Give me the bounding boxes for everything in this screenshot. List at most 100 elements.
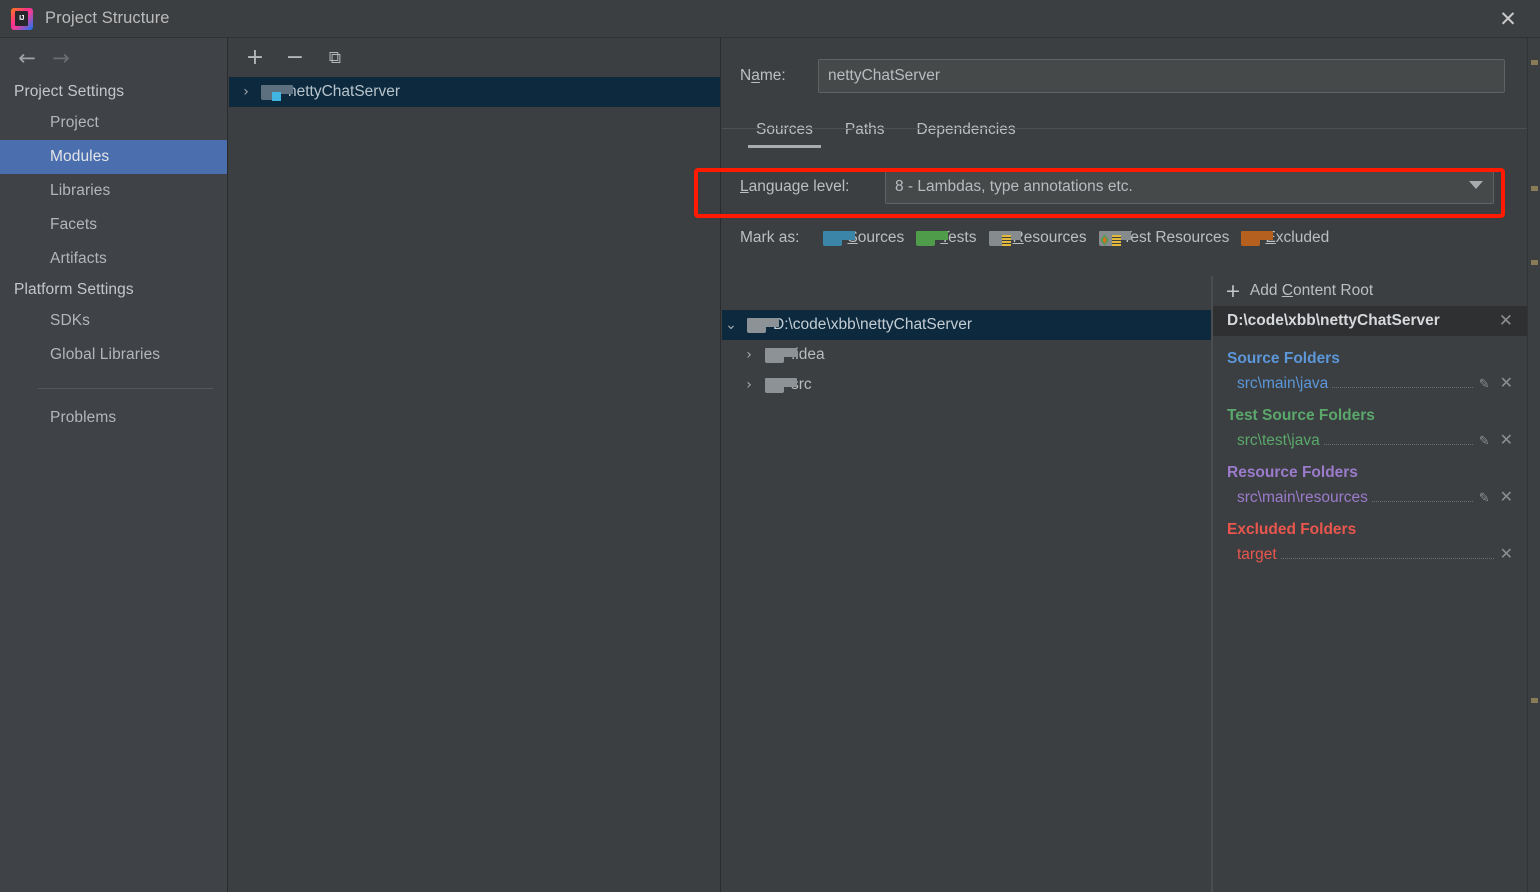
- title-bar: IJ Project Structure ✕: [0, 0, 1540, 38]
- scroll-marker: [1531, 60, 1538, 65]
- language-level-value: 8 - Lambdas, type annotations etc.: [895, 178, 1133, 195]
- module-name-input[interactable]: nettyChatServer: [818, 59, 1505, 93]
- source-folder-item[interactable]: src\main\java ✎ ✕: [1227, 373, 1527, 393]
- folder-icon: [765, 377, 797, 393]
- chevron-down-icon[interactable]: ⌄: [722, 317, 740, 333]
- sidebar-item-sdks[interactable]: SDKs: [0, 304, 227, 338]
- sidebar-item-problems[interactable]: Problems: [0, 401, 227, 435]
- sidebar-item-modules[interactable]: Modules: [0, 140, 227, 174]
- mark-as-sources-label: Sources: [847, 229, 905, 246]
- add-content-root-label: Add Content Root: [1249, 282, 1374, 299]
- test-source-folders-title: Test Source Folders: [1227, 407, 1375, 424]
- test-source-folders-group: Test Source Folders src\test\java ✎ ✕: [1213, 407, 1527, 450]
- scroll-marker: [1531, 186, 1538, 191]
- language-level-label: Language level:: [740, 178, 850, 195]
- sidebar-item-facets[interactable]: Facets: [0, 208, 227, 242]
- tree-row[interactable]: › .idea: [722, 340, 1212, 370]
- leader-dots: [1332, 387, 1473, 388]
- folder-resources-icon: [988, 230, 1021, 247]
- content-root-panel: + Add Content Root D:\code\xbb\nettyChat…: [1212, 276, 1527, 892]
- mark-as-label: Mark as:: [740, 229, 800, 246]
- remove-icon[interactable]: ✕: [1500, 487, 1513, 506]
- detail-tabs: Sources Paths Dependencies: [740, 110, 1527, 148]
- sidebar-item-project[interactable]: Project: [0, 106, 227, 140]
- add-module-button[interactable]: +: [241, 44, 269, 72]
- module-folder-icon: [261, 84, 293, 101]
- module-tree-row[interactable]: › nettyChatServer: [229, 77, 720, 107]
- leader-dots: [1323, 444, 1473, 445]
- settings-sidebar: ← → Project Settings Project Modules Lib…: [0, 38, 228, 892]
- remove-icon[interactable]: ✕: [1500, 430, 1513, 449]
- sidebar-group-platform-settings: Platform Settings: [14, 281, 134, 298]
- folder-green-icon: [916, 230, 949, 246]
- remove-module-button[interactable]: −: [281, 44, 309, 72]
- close-icon[interactable]: ✕: [1494, 6, 1522, 32]
- tree-row-label: D:\code\xbb\nettyChatServer: [773, 316, 973, 333]
- chevron-right-icon[interactable]: ›: [239, 84, 253, 100]
- edit-icon[interactable]: ✎: [1479, 491, 1490, 506]
- sidebar-item-global-libraries[interactable]: Global Libraries: [0, 338, 227, 372]
- test-source-folder-item[interactable]: src\test\java ✎ ✕: [1227, 430, 1527, 450]
- intellij-logo-icon: IJ: [11, 7, 33, 30]
- language-level-row: Language level: 8 - Lambdas, type annota…: [740, 170, 1527, 204]
- sidebar-divider: [38, 388, 213, 389]
- folder-icon: [765, 347, 797, 363]
- excluded-folder-path: target: [1237, 546, 1277, 563]
- content-root-header[interactable]: D:\code\xbb\nettyChatServer ✕: [1213, 306, 1527, 336]
- test-source-folder-path: src\test\java: [1237, 432, 1320, 449]
- content-root-path: D:\code\xbb\nettyChatServer: [1227, 312, 1440, 329]
- source-folders-title: Source Folders: [1227, 350, 1340, 367]
- window-title: Project Structure: [45, 9, 170, 27]
- folder-orange-icon: [1241, 230, 1274, 246]
- source-folders-group: Source Folders src\main\java ✎ ✕: [1213, 350, 1527, 393]
- folder-test-resources-icon: [1098, 230, 1131, 247]
- right-scroll-strip[interactable]: [1527, 38, 1540, 892]
- remove-content-root-icon[interactable]: ✕: [1499, 311, 1513, 331]
- folder-blue-icon: [823, 230, 856, 246]
- remove-icon[interactable]: ✕: [1500, 373, 1513, 392]
- tree-row[interactable]: ⌄ D:\code\xbb\nettyChatServer: [722, 310, 1212, 340]
- sidebar-item-libraries[interactable]: Libraries: [0, 174, 227, 208]
- mark-as-test-resources-button[interactable]: Test Resources: [1098, 229, 1230, 247]
- tab-dependencies[interactable]: Dependencies: [901, 121, 1032, 148]
- tree-row[interactable]: › src: [722, 370, 1212, 400]
- name-row: Name: nettyChatServer: [740, 56, 1527, 96]
- modules-toolbar: + − ⧉: [229, 38, 720, 77]
- mark-as-row: Mark as: Sources Tests Resources Test Re…: [740, 226, 1527, 250]
- mark-as-resources-label: Resources: [1013, 229, 1087, 246]
- mark-as-test-resources-label: Test Resources: [1122, 229, 1230, 246]
- edit-icon[interactable]: ✎: [1479, 377, 1490, 392]
- resource-folders-title: Resource Folders: [1227, 464, 1358, 481]
- module-name-label: nettyChatServer: [288, 83, 400, 100]
- mark-as-tests-button[interactable]: Tests: [916, 229, 977, 247]
- mark-as-excluded-label: Excluded: [1265, 229, 1330, 246]
- project-structure-dialog: IJ Project Structure ✕ ← → Project Setti…: [0, 0, 1540, 892]
- tab-sources[interactable]: Sources: [740, 121, 829, 148]
- plus-icon: +: [1225, 279, 1241, 302]
- chevron-down-icon[interactable]: [1469, 181, 1483, 189]
- remove-icon[interactable]: ✕: [1500, 544, 1513, 563]
- content-file-tree: ⌄ D:\code\xbb\nettyChatServer › .idea › …: [722, 310, 1212, 400]
- sidebar-item-artifacts[interactable]: Artifacts: [0, 242, 227, 276]
- chevron-right-icon[interactable]: ›: [740, 377, 758, 393]
- mark-as-sources-button[interactable]: Sources: [823, 229, 904, 247]
- language-level-select[interactable]: 8 - Lambdas, type annotations etc.: [885, 170, 1494, 204]
- modules-panel: + − ⧉ › nettyChatServer: [229, 38, 721, 892]
- chevron-right-icon[interactable]: ›: [740, 347, 758, 363]
- source-folder-path: src\main\java: [1237, 375, 1329, 392]
- back-arrow-icon[interactable]: ←: [10, 43, 44, 73]
- leader-dots: [1280, 558, 1494, 559]
- forward-arrow-icon[interactable]: →: [44, 43, 78, 73]
- leader-dots: [1371, 501, 1473, 502]
- add-content-root-button[interactable]: + Add Content Root: [1213, 276, 1527, 306]
- resource-folder-item[interactable]: src\main\resources ✎ ✕: [1227, 487, 1527, 507]
- tab-paths[interactable]: Paths: [829, 121, 901, 148]
- excluded-folder-item[interactable]: target ✕: [1227, 544, 1527, 564]
- excluded-folders-group: Excluded Folders target ✕: [1213, 521, 1527, 564]
- scroll-marker: [1531, 260, 1538, 265]
- sidebar-group-project-settings: Project Settings: [14, 83, 125, 100]
- copy-module-button[interactable]: ⧉: [321, 44, 349, 72]
- mark-as-resources-button[interactable]: Resources: [988, 229, 1087, 247]
- edit-icon[interactable]: ✎: [1479, 434, 1490, 449]
- mark-as-excluded-button[interactable]: Excluded: [1241, 229, 1329, 247]
